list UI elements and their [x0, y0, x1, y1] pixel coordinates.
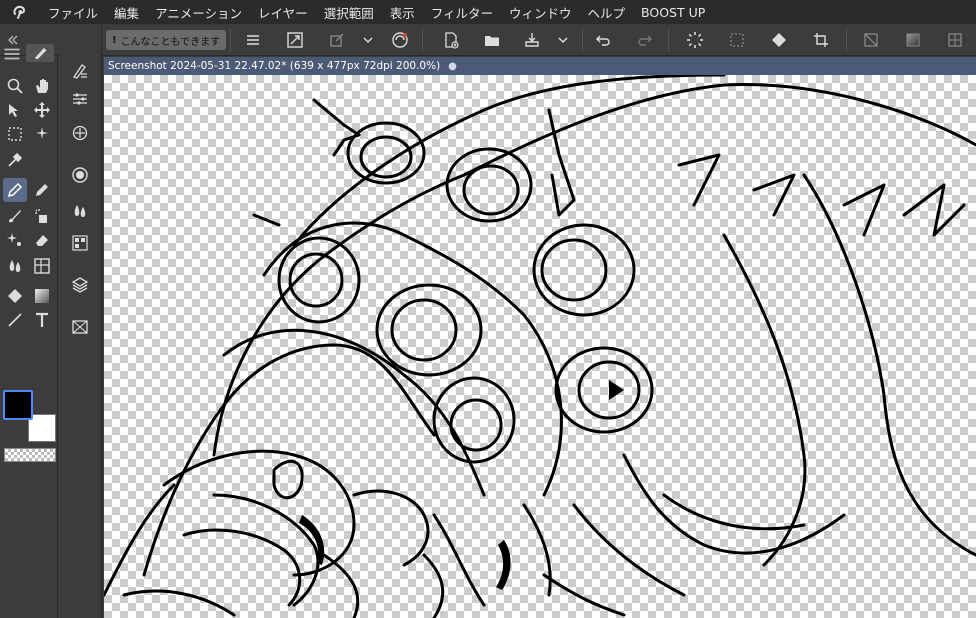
menu-boost-up[interactable]: BOOST UP	[633, 5, 713, 20]
text-icon[interactable]	[30, 308, 54, 332]
pencil-icon[interactable]	[30, 178, 54, 202]
redo-icon[interactable]	[634, 29, 656, 51]
clear-outside-icon[interactable]	[860, 29, 882, 51]
fit-canvas-icon[interactable]	[284, 29, 306, 51]
color-mix-icon[interactable]	[69, 200, 91, 222]
eraser-icon[interactable]	[30, 228, 54, 252]
pen-tool-icon[interactable]	[3, 178, 27, 202]
line-icon[interactable]	[3, 308, 27, 332]
color-wheel-icon[interactable]	[69, 164, 91, 186]
save-icon[interactable]	[521, 29, 543, 51]
new-file-icon[interactable]	[440, 29, 462, 51]
open-folder-icon[interactable]	[481, 29, 503, 51]
command-bar: ! こんなこともできます	[0, 24, 976, 56]
selection-icon[interactable]	[3, 122, 27, 146]
frame-border-icon[interactable]	[30, 254, 54, 278]
magic-wand-icon[interactable]	[30, 122, 54, 146]
crop-icon[interactable]	[810, 29, 832, 51]
chevron-down-icon[interactable]	[357, 29, 379, 51]
deselect-icon[interactable]	[726, 29, 748, 51]
separator	[422, 28, 423, 52]
drawing-canvas[interactable]	[104, 75, 976, 618]
what-can-label: こんなこともできます	[120, 36, 221, 48]
operation-icon[interactable]	[3, 98, 27, 122]
blend-icon[interactable]	[3, 254, 27, 278]
transparent-color-swatch[interactable]	[4, 448, 56, 462]
brush-size-icon[interactable]	[69, 122, 91, 144]
modified-indicator: ●	[448, 60, 457, 72]
chevron-down-icon-2[interactable]	[552, 29, 574, 51]
transform-icon[interactable]	[326, 29, 348, 51]
layers-icon[interactable]	[69, 274, 91, 296]
color-set-icon[interactable]	[69, 232, 91, 254]
clip-studio-logo-icon[interactable]	[0, 0, 40, 24]
menu-edit[interactable]: 編集	[106, 3, 147, 22]
brush-icon[interactable]	[3, 204, 27, 228]
menu-animation[interactable]: アニメーション	[147, 3, 250, 22]
main-color-swatch[interactable]	[3, 390, 33, 420]
sub-tool-icon[interactable]	[69, 60, 91, 82]
menu-filter[interactable]: フィルター	[423, 3, 501, 22]
line-art-drawing	[104, 75, 976, 618]
gradient-fill-icon[interactable]	[902, 29, 924, 51]
separator	[230, 28, 231, 52]
what-can-button[interactable]: ! こんなこともできます	[106, 30, 227, 50]
fill-icon[interactable]	[3, 284, 27, 308]
menu-file[interactable]: ファイル	[40, 3, 106, 22]
airbrush-icon[interactable]	[30, 204, 54, 228]
hand-icon[interactable]	[30, 74, 54, 98]
move-icon[interactable]	[30, 98, 54, 122]
gradient-icon[interactable]	[30, 284, 54, 308]
navigator-icon[interactable]	[69, 316, 91, 338]
sub-tool-palette	[59, 24, 102, 618]
menu-help[interactable]: ヘルプ	[580, 3, 634, 22]
separator	[582, 28, 583, 52]
pen-tab-icon[interactable]	[26, 44, 54, 62]
menu-bar: ファイル 編集 アニメーション レイヤー 選択範囲 表示 フィルター ウィンドウ…	[0, 0, 976, 24]
separator	[668, 28, 669, 52]
menu-view[interactable]: 表示	[382, 3, 423, 22]
undo-icon[interactable]	[592, 29, 614, 51]
fill-bucket-icon[interactable]	[768, 29, 790, 51]
canvas-tab[interactable]: Screenshot 2024-05-31 22.47.02* (639 x 4…	[104, 57, 976, 75]
eyedropper-icon[interactable]	[3, 148, 27, 172]
hamburger-menu-icon[interactable]	[242, 29, 264, 51]
tool-palette	[0, 44, 58, 618]
menu-window[interactable]: ウィンドウ	[501, 3, 580, 22]
menu-layer[interactable]: レイヤー	[250, 3, 316, 22]
zoom-icon[interactable]	[3, 74, 27, 98]
loading-spinner-icon[interactable]	[684, 29, 706, 51]
info-icon: !	[112, 34, 117, 46]
separator	[846, 28, 847, 52]
canvas-tab-title: Screenshot 2024-05-31 22.47.02* (639 x 4…	[108, 60, 441, 72]
palette-menu-icon[interactable]	[2, 46, 22, 62]
menu-selection[interactable]: 選択範囲	[316, 3, 382, 22]
decoration-icon[interactable]	[3, 228, 27, 252]
tool-property-icon[interactable]	[69, 88, 91, 110]
grid-toggle-icon[interactable]	[944, 29, 966, 51]
companion-icon[interactable]	[389, 29, 411, 51]
